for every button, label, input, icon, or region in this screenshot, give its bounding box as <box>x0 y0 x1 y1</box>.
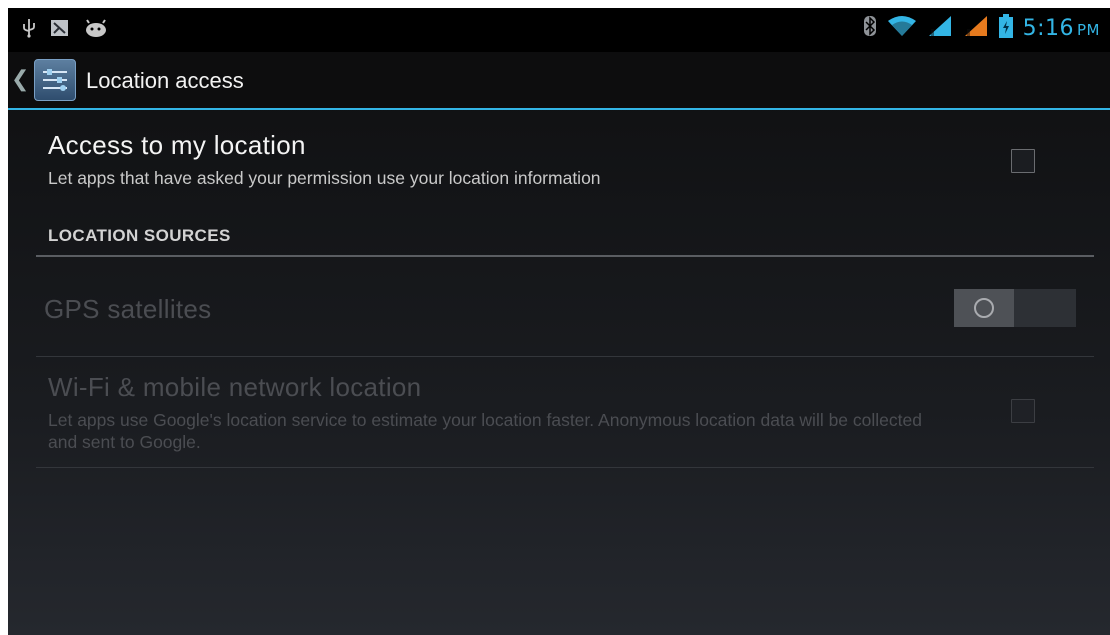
list-divider <box>36 356 1094 357</box>
access-location-pref[interactable]: Access to my location Let apps that have… <box>36 130 1094 189</box>
settings-app-icon[interactable] <box>34 59 76 101</box>
gps-toggle-thumb <box>954 289 1014 327</box>
access-location-checkbox[interactable] <box>1011 149 1035 173</box>
clock-time: 5:16 <box>1022 16 1074 41</box>
system-icons: 5:16 PM <box>863 14 1100 43</box>
gps-pref[interactable]: GPS satellites <box>36 294 1094 325</box>
up-chevron-icon[interactable]: ❮ <box>11 66 29 92</box>
wifi-location-pref[interactable]: Wi-Fi & mobile network location Let apps… <box>36 372 1094 453</box>
wifi-location-summary: Let apps use Google's location service t… <box>48 410 922 452</box>
usb-icon <box>22 18 36 43</box>
gps-toggle[interactable] <box>954 289 1076 327</box>
gps-title: GPS satellites <box>44 294 212 324</box>
action-bar: ❮ Location access <box>8 52 1110 110</box>
wifi-location-title: Wi-Fi & mobile network location <box>48 372 422 402</box>
screen: 5:16 PM ❮ Location access Access to my lo… <box>8 8 1110 635</box>
access-location-summary: Let apps that have asked your permission… <box>48 168 601 188</box>
status-bar: 5:16 PM <box>8 8 1110 52</box>
notification-icons <box>22 18 108 43</box>
android-debug-icon <box>84 19 108 42</box>
bluetooth-icon <box>863 15 877 42</box>
access-location-title: Access to my location <box>48 130 306 160</box>
toggle-off-icon <box>974 298 994 318</box>
list-divider <box>36 467 1094 468</box>
clock-ampm: PM <box>1077 21 1100 39</box>
section-divider <box>36 255 1094 257</box>
battery-icon <box>998 14 1013 43</box>
clock: 5:16 PM <box>1023 16 1100 41</box>
signal-icon-2 <box>963 15 989 42</box>
signal-icon <box>927 15 953 42</box>
wifi-icon <box>887 15 917 42</box>
section-header-location-sources: LOCATION SOURCES <box>48 226 231 245</box>
screenshot-icon <box>50 18 70 43</box>
page-title: Location access <box>86 68 244 93</box>
wifi-location-checkbox[interactable] <box>1011 399 1035 423</box>
